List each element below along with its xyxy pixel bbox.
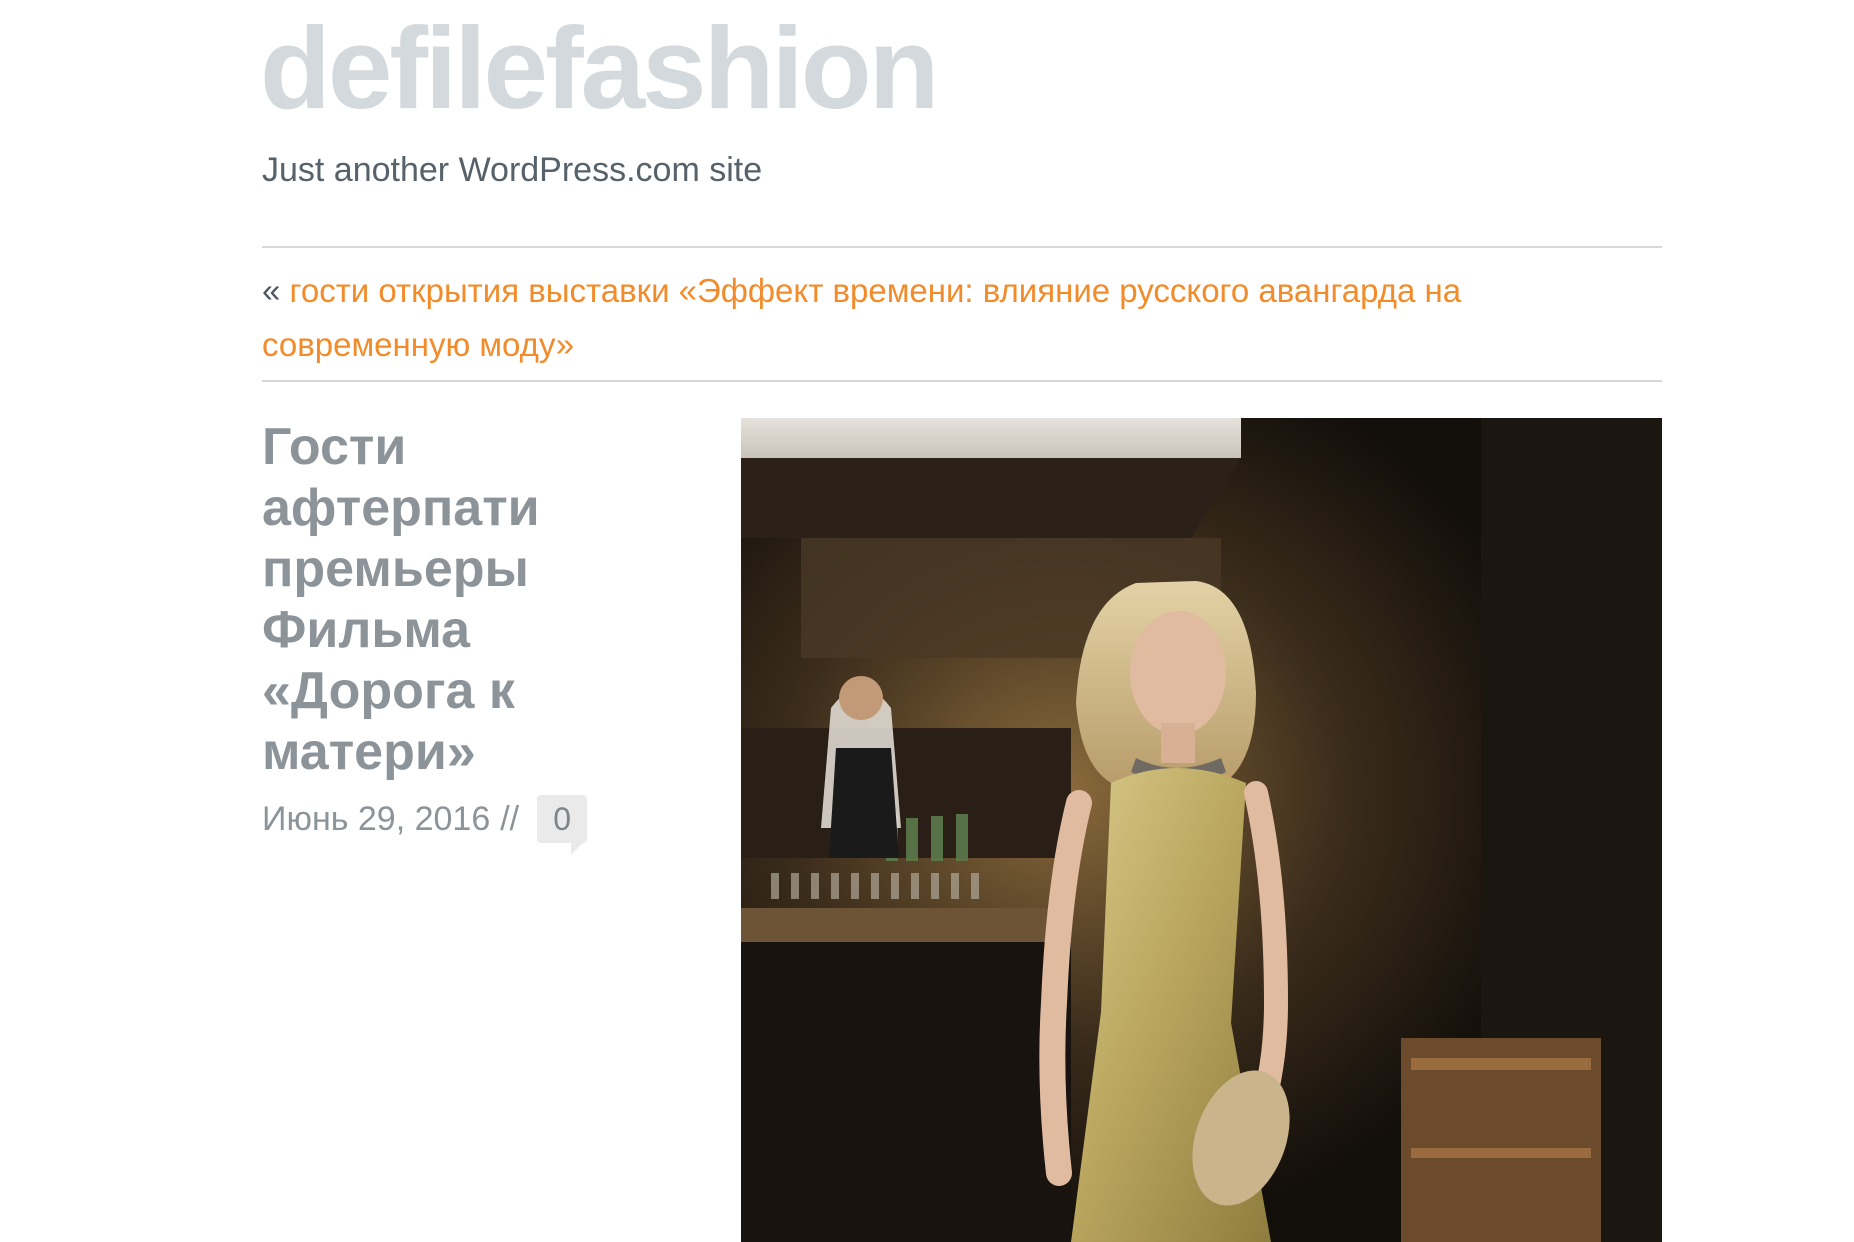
post-photo-illustration — [741, 418, 1662, 1242]
site-tagline: Just another WordPress.com site — [262, 151, 763, 189]
post-meta: Июнь 29, 2016 // 0 — [262, 795, 588, 855]
site-title[interactable]: defilefashion — [260, 10, 939, 126]
nav-divider-top — [262, 246, 1662, 248]
comment-count-badge[interactable]: 0 — [537, 795, 588, 855]
post-title[interactable]: Гости афтерпати премьеры Фильма «Дорога … — [262, 417, 642, 783]
post-date[interactable]: Июнь 29, 2016 — [262, 797, 490, 841]
post-photo[interactable] — [741, 418, 1662, 1242]
nav-divider-bottom — [262, 380, 1662, 382]
previous-post-link[interactable]: гости открытия выставки «Эффект времени:… — [262, 272, 1461, 363]
previous-post-nav: « гости открытия выставки «Эффект времен… — [262, 264, 1662, 372]
meta-separator: // — [500, 800, 520, 838]
previous-arrow: « — [262, 272, 281, 309]
